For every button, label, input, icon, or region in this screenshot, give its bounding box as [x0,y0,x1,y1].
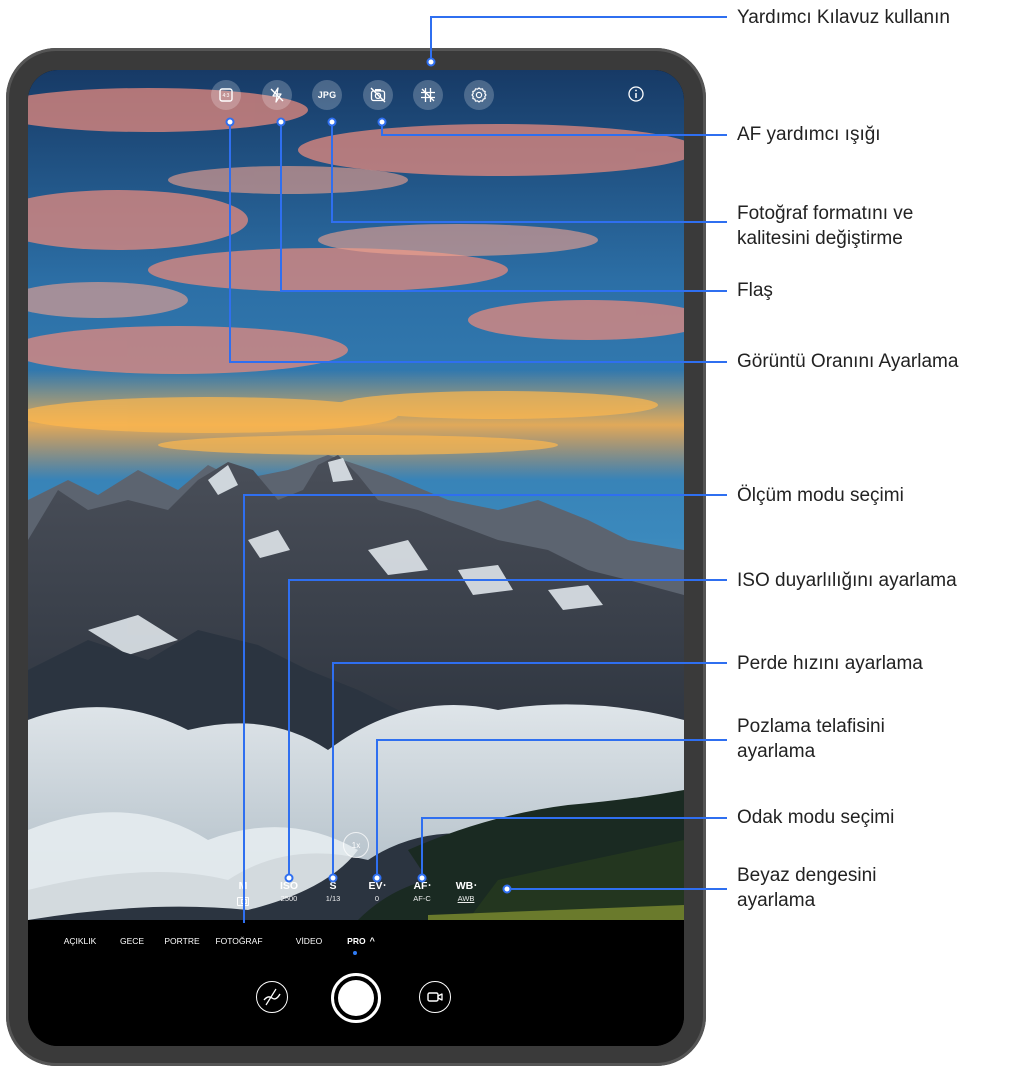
callout-flash: Flaş [737,280,773,301]
shutter-speed-label: S [329,880,337,892]
shutter-speed-value: 1/13 [325,894,341,903]
callout-af-assist-light: AF yardımcı ışığı [737,124,881,145]
gallery-icon [263,988,281,1006]
iso-label: ISO [279,880,299,892]
mode-pro-label: PRO [347,936,366,946]
white-balance-param[interactable]: WB• AWB [444,880,488,905]
gallery-thumbnail-button[interactable] [256,981,288,1013]
svg-text:4:3: 4:3 [223,93,230,99]
mode-video[interactable]: VİDEO [296,936,322,946]
mode-pro[interactable]: PRO ^ [347,936,375,946]
callout-exposure-compensation: Pozlama telafisini ayarlama [737,716,885,762]
af-assist-light-icon[interactable] [363,80,393,110]
assistive-grid-icon[interactable] [413,80,443,110]
exposure-compensation-param[interactable]: EV• 0 [355,880,399,905]
zoom-level-button[interactable]: 1x [343,832,369,858]
mode-night[interactable]: GECE [120,936,144,946]
flash-off-icon[interactable] [262,80,292,110]
mode-aperture[interactable]: AÇIKLIK [64,936,97,946]
wb-label: WB [455,880,474,892]
metering-mode-icon [237,897,249,906]
info-icon[interactable] [626,84,646,104]
callout-white-balance: Beyaz dengesini ayarlama [737,865,877,911]
switch-to-video-button[interactable] [419,981,451,1013]
callout-aspect-ratio: Görüntü Oranını Ayarlama [737,351,959,372]
mode-photo[interactable]: FOTOĞRAF [215,936,262,946]
video-camera-icon [427,992,443,1002]
camera-bottom-bar: AÇIKLIK GECE PORTRE FOTOĞRAF VİDEO PRO ^ [28,920,684,1046]
af-label: AF [413,880,428,892]
camera-viewfinder[interactable]: 4:3 JPG 1x M ISO 2500 S 1/13 EV• 0 AF• A… [28,70,684,920]
focus-mode-param[interactable]: AF• AF-C [400,880,444,905]
metering-label: M [238,880,248,892]
callout-photo-format: Fotoğraf formatını ve kalitesini değişti… [737,203,914,249]
camera-screen: 4:3 JPG 1x M ISO 2500 S 1/13 EV• 0 AF• A… [28,70,684,1046]
chevron-up-icon[interactable]: ^ [370,936,375,946]
photo-format-label: JPG [317,90,337,100]
callout-iso: ISO duyarlılığını ayarlama [737,570,957,591]
settings-gear-icon[interactable] [464,80,494,110]
callout-focus-mode: Odak modu seçimi [737,807,895,828]
wb-value: AWB [457,894,475,903]
callout-shutter-speed: Perde hızını ayarlama [737,653,923,674]
iso-value: 2500 [280,894,298,903]
photo-format-icon[interactable]: JPG [312,80,342,110]
callout-metering: Ölçüm modu seçimi [737,485,904,506]
shutter-speed-param[interactable]: S 1/13 [311,880,355,905]
active-mode-indicator [353,951,357,955]
iso-param[interactable]: ISO 2500 [267,880,311,905]
ev-label: EV [368,880,383,892]
callout-assistive-grid: Yardımcı Kılavuz kullanın [737,7,950,28]
metering-mode-param[interactable]: M [221,880,265,911]
shutter-inner [338,980,374,1016]
mode-portrait[interactable]: PORTRE [164,936,199,946]
shutter-button[interactable] [331,973,381,1023]
af-value: AF-C [413,894,431,903]
aspect-ratio-icon[interactable]: 4:3 [211,80,241,110]
ev-value: 0 [374,894,380,903]
